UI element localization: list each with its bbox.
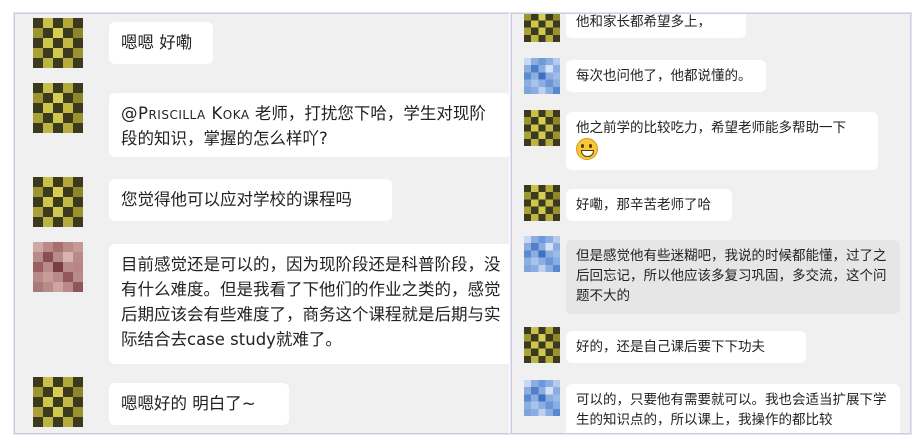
message-bubble: 他之前学的比较吃力，希望老师能多帮助一下: [566, 112, 878, 170]
mention-link[interactable]: @Priscilla Koka: [121, 104, 250, 123]
message-text: 嗯嗯 好嘞: [121, 33, 193, 52]
message-bubble: 好的，还是自己课后要下下功夫: [566, 331, 806, 363]
avatar-yellow-pixel-icon[interactable]: [33, 177, 83, 227]
avatar-yellow-pixel-icon[interactable]: [524, 110, 560, 146]
message-bubble: 每次也问他了，他都说懂的。: [566, 60, 766, 92]
avatar-yellow-pixel-icon[interactable]: [524, 327, 560, 363]
message-text: 可以的，只要他有需要就可以。我也会适当扩展下学生的知识点的，所以课上，我操作的都…: [576, 392, 887, 428]
message-text: 嗯嗯好的 明白了~: [121, 394, 256, 413]
right-chat-pane: 他和家长都希望多上， 每次也问他了，他都说懂的。 他之前学的比较吃力，希望老师能…: [511, 13, 911, 434]
message-text: 好的，还是自己课后要下下功夫: [576, 339, 765, 355]
left-chat-pane: 嗯嗯 好嘞 @Priscilla Koka 老师，打扰您下哈，学生对现阶段的知识…: [14, 13, 511, 434]
message-text: 您觉得他可以应对学校的课程吗: [121, 190, 352, 209]
message-text: 好嘞，那辛苦老师了哈: [576, 197, 711, 213]
message-text: 目前感觉还是可以的，因为现阶段还是科普阶段，没有什么难度。但是我看了下他们的作业…: [121, 255, 501, 349]
message-bubble: 可以的，只要他有需要就可以。我也会适当扩展下学生的知识点的，所以课上，我操作的都…: [566, 384, 900, 433]
avatar-pink-pixel-icon[interactable]: [33, 242, 83, 292]
avatar-blue-pixel-icon[interactable]: [524, 58, 560, 94]
avatar-blue-pixel-icon[interactable]: [524, 236, 560, 272]
message-bubble: @Priscilla Koka 老师，打扰您下哈，学生对现阶段的知识，掌握的怎么…: [109, 93, 510, 157]
message-bubble: 但是感觉他有些迷糊吧，我说的时候都能懂，过了之后回忘记，所以他应该多复习巩固，多…: [566, 240, 900, 314]
avatar-blue-pixel-icon[interactable]: [524, 380, 560, 416]
avatar-yellow-pixel-icon[interactable]: [524, 14, 560, 42]
avatar-yellow-pixel-icon[interactable]: [33, 18, 83, 68]
message-text: 每次也问他了，他都说懂的。: [576, 68, 752, 84]
message-bubble: 好嘞，那辛苦老师了哈: [566, 189, 732, 221]
message-text: 他之前学的比较吃力，希望老师能多帮助一下: [576, 120, 846, 136]
message-bubble: 他和家长都希望多上，: [566, 14, 746, 38]
avatar-yellow-pixel-icon[interactable]: [33, 83, 83, 133]
message-text: 他和家长都希望多上，: [576, 14, 711, 30]
grinning-face-icon: [576, 138, 598, 160]
message-bubble: 嗯嗯好的 明白了~: [109, 383, 289, 425]
message-text: 但是感觉他有些迷糊吧，我说的时候都能懂，过了之后回忘记，所以他应该多复习巩固，多…: [576, 248, 887, 304]
message-bubble: 嗯嗯 好嘞: [109, 22, 213, 64]
avatar-yellow-pixel-icon[interactable]: [33, 377, 83, 427]
avatar-yellow-pixel-icon[interactable]: [524, 185, 560, 221]
message-bubble: 目前感觉还是可以的，因为现阶段还是科普阶段，没有什么难度。但是我看了下他们的作业…: [109, 244, 510, 364]
message-bubble: 您觉得他可以应对学校的课程吗: [109, 179, 392, 221]
